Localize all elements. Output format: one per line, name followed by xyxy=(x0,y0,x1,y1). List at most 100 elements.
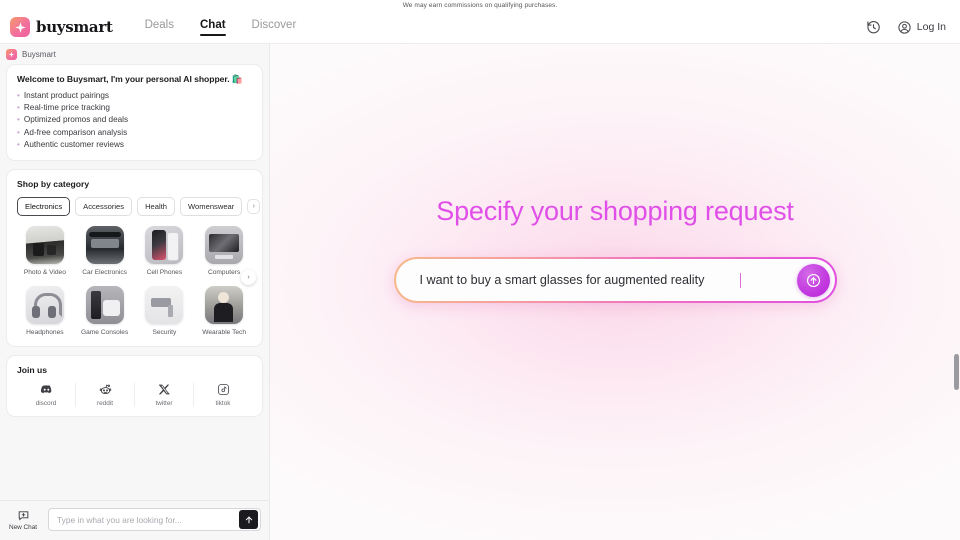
sparkle-icon xyxy=(10,17,30,37)
category-tile-game-consoles[interactable]: Game Consoles xyxy=(77,286,133,337)
chevron-right-icon[interactable]: › xyxy=(241,270,256,286)
nav-item-deals[interactable]: Deals xyxy=(145,19,174,35)
tile-thumbnail xyxy=(25,286,64,325)
join-us-title: Join us xyxy=(17,365,48,376)
tile-label: Car Electronics xyxy=(82,269,127,277)
tile-thumbnail xyxy=(145,226,184,265)
category-tile-car-electronics[interactable]: Car Electronics xyxy=(77,226,133,277)
tile-thumbnail xyxy=(85,226,124,265)
tile-label: Game Consoles xyxy=(80,329,129,337)
main-panel: Specify your shopping request I want to … xyxy=(270,44,960,540)
tiktok-icon xyxy=(217,383,230,396)
login-button[interactable]: Log In xyxy=(897,20,946,35)
category-chip-accessories[interactable]: Accessories xyxy=(75,197,133,217)
category-chip-electronics[interactable]: Electronics xyxy=(17,197,71,217)
app-body: Buysmart Welcome to Buysmart, I'm your p… xyxy=(0,44,960,540)
tile-thumbnail xyxy=(85,286,124,325)
sidebar-scroll-area[interactable]: Welcome to Buysmart, I'm your personal A… xyxy=(0,64,269,500)
hero-send-button[interactable] xyxy=(796,263,830,297)
sparkle-icon xyxy=(6,49,17,60)
app-header: buysmart Deals Chat Discover Log In xyxy=(0,11,960,44)
nav-item-chat[interactable]: Chat xyxy=(199,19,226,36)
category-tile-photo-video[interactable]: Photo & Video xyxy=(17,226,73,277)
header-actions: Log In xyxy=(866,20,946,35)
shopping-bag-emoji: 🛍️ xyxy=(231,74,244,84)
tile-label: Wearable Tech xyxy=(202,329,246,337)
hero-input-value: I want to buy a smart glasses for augmen… xyxy=(419,273,705,287)
bullet-text: Optimized promos and deals xyxy=(23,115,129,125)
social-link-tiktok[interactable]: tiktok xyxy=(193,383,252,408)
main-nav: Deals Chat Discover xyxy=(145,19,297,36)
bullet-dot: • xyxy=(17,115,20,125)
tile-thumbnail xyxy=(145,286,184,325)
bullet-text: Real-time price tracking xyxy=(23,103,110,113)
category-tile-headphones[interactable]: Headphones xyxy=(17,286,73,337)
reddit-icon xyxy=(99,383,112,396)
sidebar-composer: New Chat xyxy=(0,500,269,540)
tile-thumbnail xyxy=(205,226,244,265)
list-item: • Authentic customer reviews xyxy=(17,139,252,151)
hero-input-container: I want to buy a smart glasses for augmen… xyxy=(393,257,837,303)
category-tile-wearable-tech[interactable]: Wearable Tech xyxy=(196,286,252,337)
send-button[interactable] xyxy=(239,510,258,529)
category-tile-grid: Photo & Video Car Electronics Cell Phone… xyxy=(17,226,256,337)
affiliate-banner: We may earn commissions on qualifying pu… xyxy=(0,0,960,11)
social-label: tiktok xyxy=(215,400,231,408)
list-item: • Optimized promos and deals xyxy=(17,114,252,126)
tile-label: Security xyxy=(152,329,177,337)
bullet-dot: • xyxy=(17,127,20,137)
page-title: Specify your shopping request xyxy=(436,196,794,226)
social-link-discord[interactable]: discord xyxy=(17,383,75,407)
affiliate-banner-text: We may earn commissions on qualifying pu… xyxy=(402,2,558,9)
tile-label: Cell Phones xyxy=(146,269,183,277)
tile-thumbnail xyxy=(205,286,244,325)
category-chip-health[interactable]: Health xyxy=(137,197,176,217)
user-circle-icon xyxy=(897,20,912,35)
main-scrollbar[interactable] xyxy=(954,354,959,390)
text-caret xyxy=(740,272,742,288)
new-chat-button[interactable]: New Chat xyxy=(6,509,40,531)
list-item: • Instant product pairings xyxy=(17,90,252,102)
bullet-text: Instant product pairings xyxy=(23,91,109,100)
search-input[interactable] xyxy=(57,514,239,525)
shop-by-category-title: Shop by category xyxy=(17,179,90,190)
agent-chip-label: Buysmart xyxy=(22,50,56,59)
tile-label: Headphones xyxy=(26,329,64,337)
brand-name: buysmart xyxy=(36,18,113,36)
category-tile-cell-phones[interactable]: Cell Phones xyxy=(137,226,193,277)
bullet-text: Ad-free comparison analysis xyxy=(23,127,128,137)
chat-input-field[interactable] xyxy=(48,508,261,531)
social-link-twitter[interactable]: twitter xyxy=(134,383,193,408)
social-label: reddit xyxy=(97,400,113,408)
bullet-text: Authentic customer reviews xyxy=(23,139,124,149)
login-label: Log In xyxy=(916,21,946,33)
nav-item-discover[interactable]: Discover xyxy=(252,19,297,35)
agent-chip[interactable]: Buysmart xyxy=(6,49,56,60)
category-chip-womenswear[interactable]: Womenswear xyxy=(180,197,243,217)
category-chip-row: Electronics Accessories Health Womenswea… xyxy=(17,197,261,217)
bullet-dot: • xyxy=(17,103,20,113)
hero-input-field[interactable]: I want to buy a smart glasses for augmen… xyxy=(395,259,835,301)
welcome-title-text: Welcome to Buysmart, I'm your personal A… xyxy=(17,74,230,84)
agent-chip-row: Buysmart xyxy=(0,44,269,64)
list-item: • Real-time price tracking xyxy=(17,102,252,114)
history-clock-icon[interactable] xyxy=(866,20,881,35)
welcome-bullet-list: • Instant product pairings • Real-time pri… xyxy=(17,90,252,151)
social-link-reddit[interactable]: reddit xyxy=(75,383,134,408)
tile-thumbnail xyxy=(25,226,64,265)
social-label: discord xyxy=(35,400,57,408)
sidebar: Buysmart Welcome to Buysmart, I'm your p… xyxy=(0,44,270,540)
discord-icon xyxy=(40,383,53,396)
social-label: twitter xyxy=(155,400,173,408)
tile-label: Computers xyxy=(208,269,241,277)
join-us-card: Join us discord reddit twitter tiktok xyxy=(6,355,263,418)
new-chat-label: New Chat xyxy=(8,523,38,531)
tile-label: Photo & Video xyxy=(23,269,66,277)
social-links-row: discord reddit twitter tiktok xyxy=(17,383,252,408)
brand-logo[interactable]: buysmart xyxy=(10,17,113,37)
bullet-dot: • xyxy=(17,139,20,149)
category-tile-computers[interactable]: Computers xyxy=(196,226,252,277)
chevron-right-icon[interactable]: › xyxy=(247,199,261,215)
welcome-title: Welcome to Buysmart, I'm your personal A… xyxy=(17,74,252,85)
category-tile-security[interactable]: Security xyxy=(137,286,193,337)
